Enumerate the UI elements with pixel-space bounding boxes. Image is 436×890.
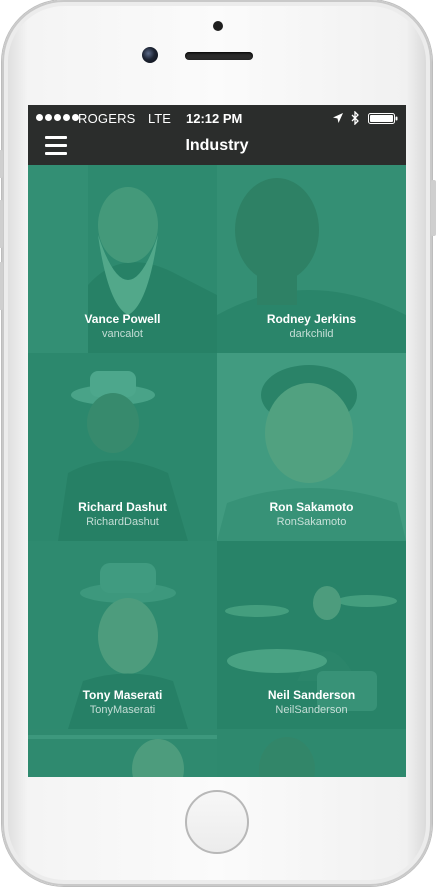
person-name: Tony Maserati [82, 688, 163, 702]
person-name: Neil Sanderson [267, 688, 356, 702]
page-title: Industry [185, 137, 249, 154]
person-tile-vance-powell[interactable]: Vance Powell vancalot [28, 165, 217, 353]
status-bar: ROGERS LTE 12:12 PM [28, 105, 406, 131]
person-name: Richard Dashut [78, 500, 167, 514]
carrier-name: ROGERS [78, 111, 136, 126]
power-button [431, 180, 436, 236]
person-name: Vance Powell [84, 312, 161, 326]
person-tile-partial[interactable] [28, 729, 217, 777]
person-handle: RonSakamoto [276, 516, 347, 528]
mute-switch [0, 150, 3, 178]
person-handle: darkchild [289, 328, 334, 340]
network-type: LTE [148, 111, 171, 126]
person-tile-richard-dashut[interactable]: Richard Dashut RichardDashut [28, 353, 217, 541]
person-handle: RichardDashut [86, 516, 159, 528]
person-handle: NeilSanderson [275, 704, 348, 716]
location-arrow-icon [333, 113, 343, 123]
battery-icon [368, 113, 398, 124]
front-camera [142, 47, 158, 63]
person-handle: TonyMaserati [89, 704, 156, 716]
status-time: 12:12 PM [186, 111, 243, 126]
app-screen: ROGERS LTE 12:12 PM Industry Vance Powel… [28, 105, 406, 777]
volume-up-button [0, 200, 3, 248]
earpiece-speaker [185, 52, 253, 60]
proximity-sensor [213, 21, 223, 31]
navigation-bar: ROGERS LTE 12:12 PM Industry [28, 105, 406, 165]
person-name: Ron Sakamoto [269, 500, 354, 514]
bluetooth-icon [351, 111, 359, 125]
person-handle: vancalot [102, 328, 143, 340]
people-grid: Vance Powell vancalot Rodney Jerkins dar… [28, 165, 406, 777]
person-tile-rodney-jerkins[interactable]: Rodney Jerkins darkchild [217, 165, 406, 353]
person-tile-neil-sanderson[interactable]: Neil Sanderson NeilSanderson [217, 541, 406, 729]
person-tile-ron-sakamoto[interactable]: Ron Sakamoto RonSakamoto [217, 353, 406, 541]
volume-down-button [0, 262, 3, 310]
person-tile-partial[interactable] [217, 729, 406, 777]
person-tile-tony-maserati[interactable]: Tony Maserati TonyMaserati [28, 541, 217, 729]
person-name: Rodney Jerkins [266, 312, 357, 326]
signal-strength-icon [36, 114, 79, 121]
home-button[interactable] [185, 790, 249, 854]
